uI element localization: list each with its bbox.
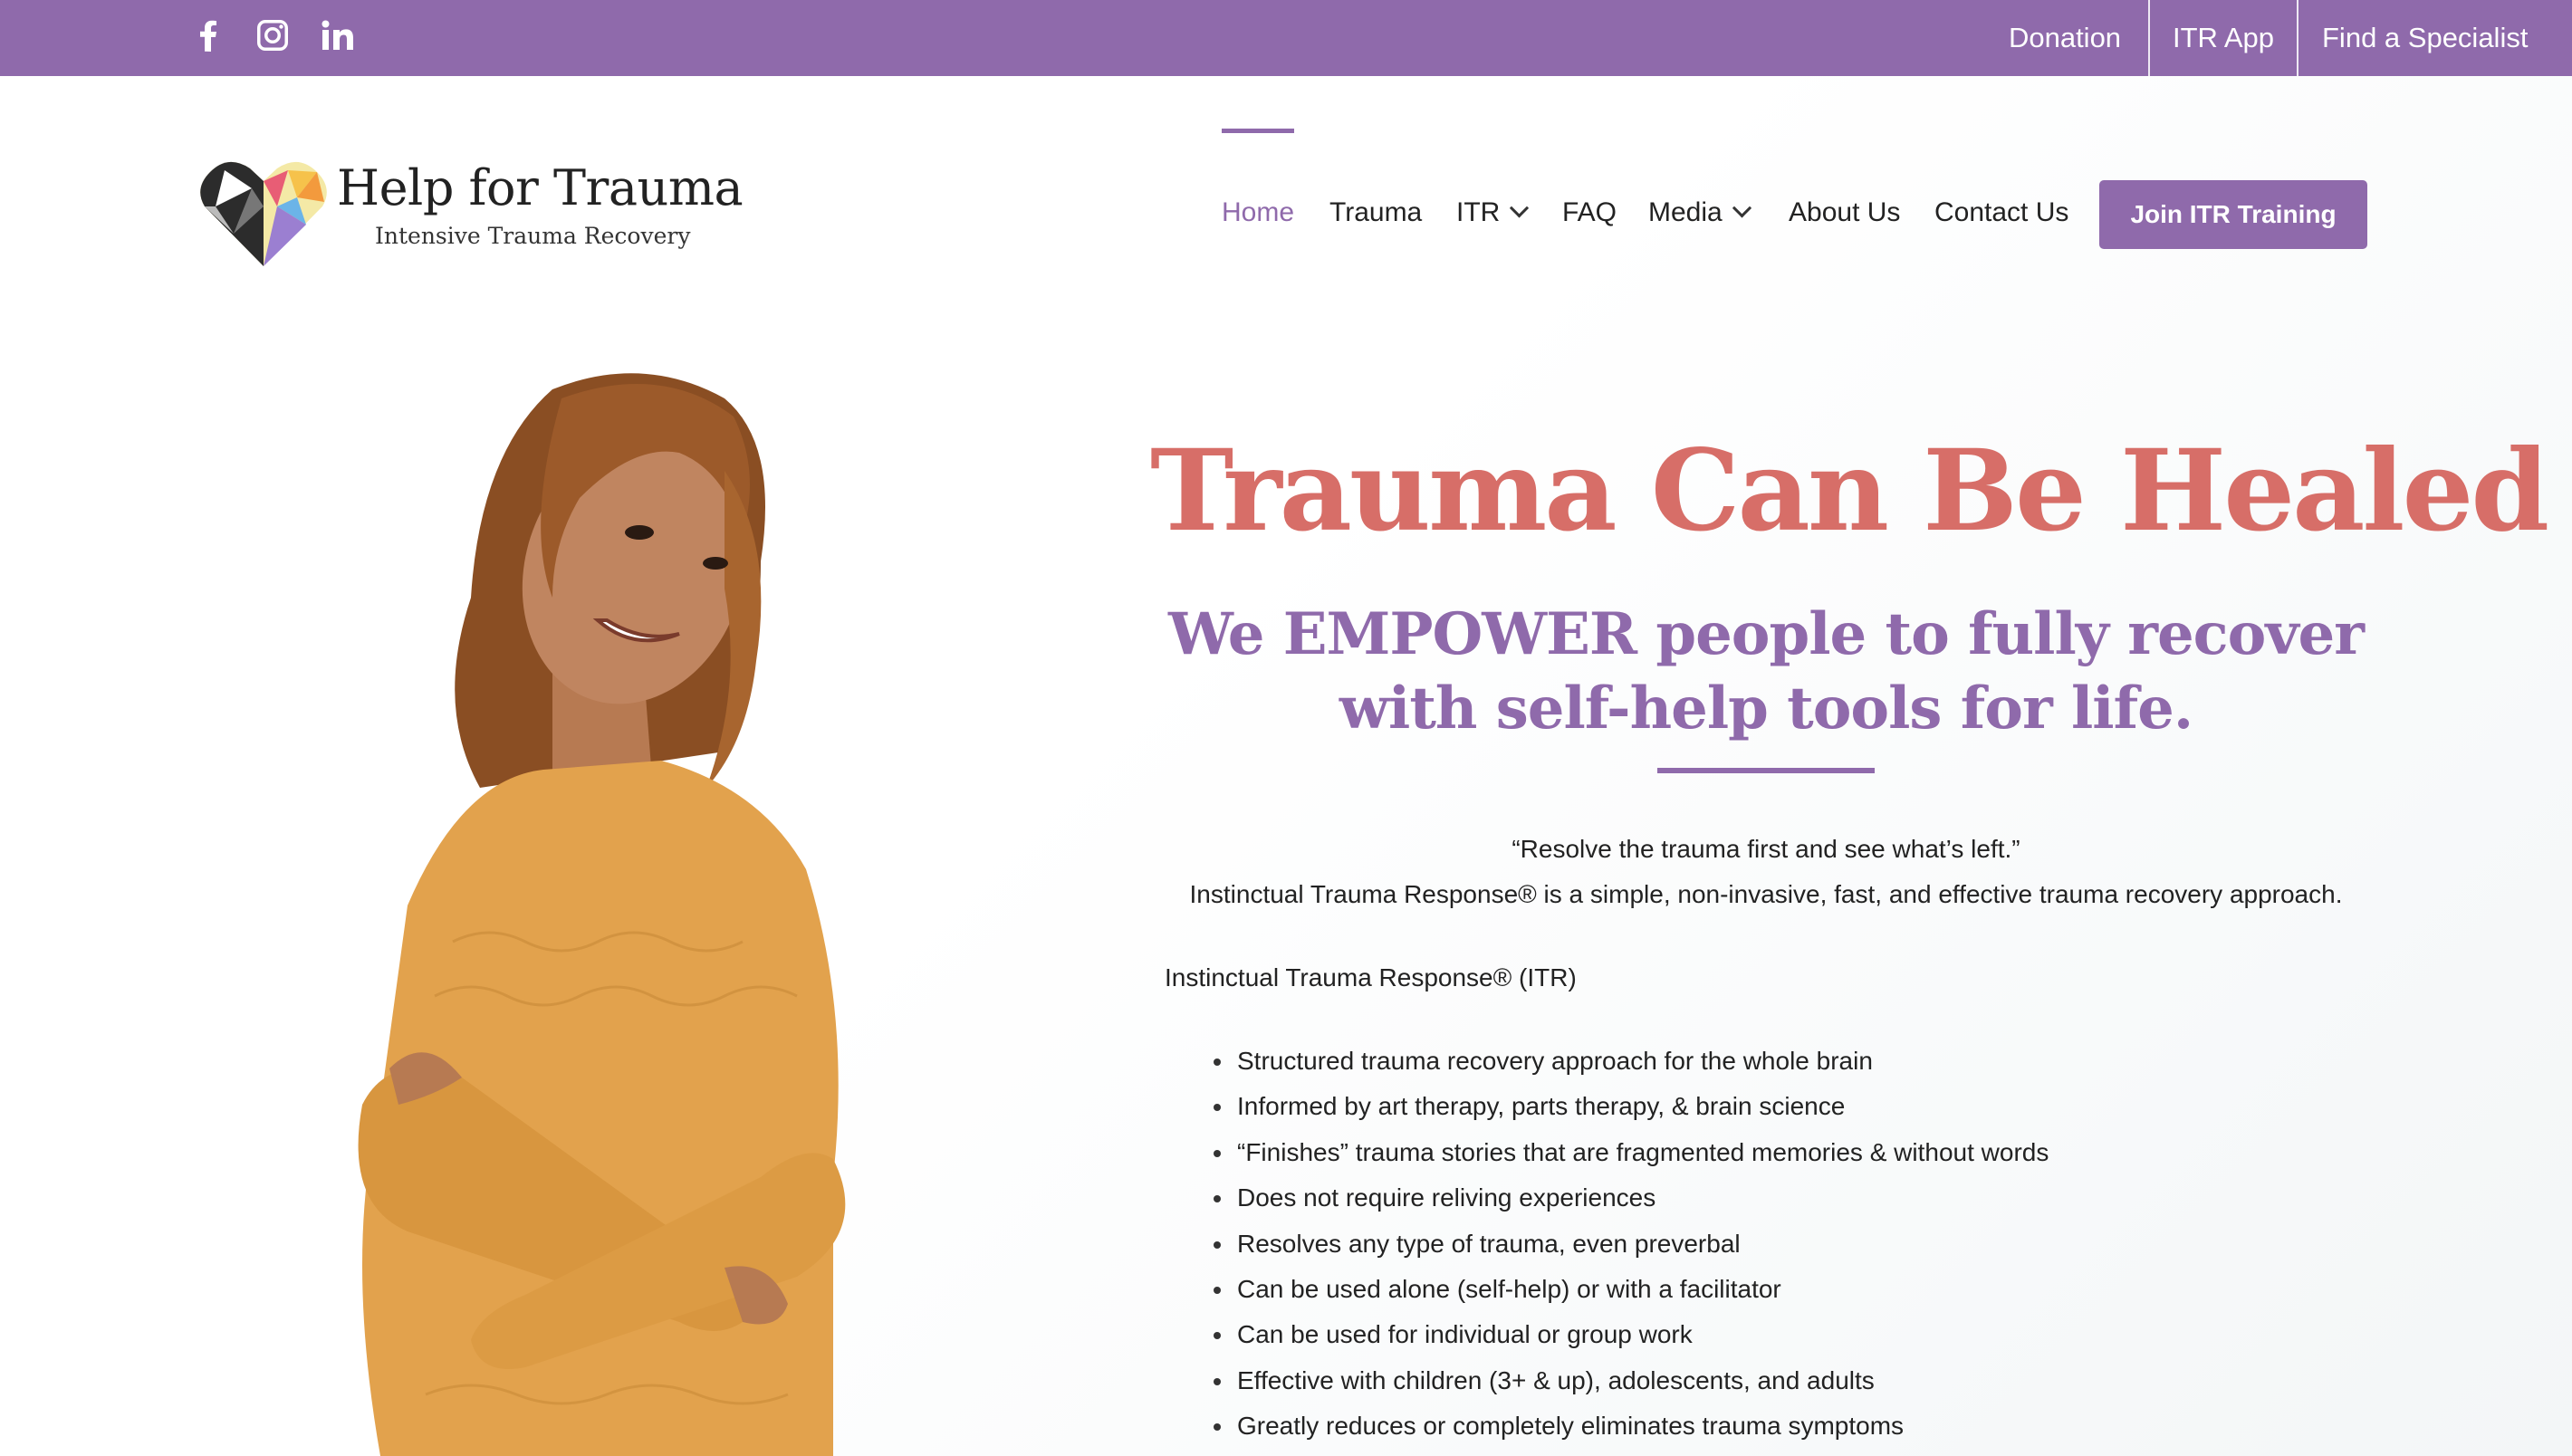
hero-quote: “Resolve the trauma first and see what’s… (1512, 835, 2020, 863)
instagram-icon[interactable] (254, 16, 292, 54)
list-item: Can be used alone (self-help) or with a … (1214, 1269, 2049, 1315)
chevron-down-icon (1732, 197, 1751, 217)
hero-woman-image (358, 373, 846, 1456)
heart-logo-icon (200, 161, 327, 266)
nav-media-label: Media (1648, 197, 1723, 227)
nav-itr[interactable]: ITR (1456, 197, 1530, 228)
linkedin-icon[interactable] (319, 16, 357, 54)
list-item: Effective with children (3+ & up), adole… (1214, 1361, 2049, 1406)
itr-feature-list: Structured trauma recovery approach for … (1214, 1041, 2049, 1452)
list-item: Can be used for individual or group work (1214, 1315, 2049, 1360)
list-item: “Finishes” trauma stories that are fragm… (1214, 1133, 2049, 1178)
list-item: Does not require reliving experiences (1214, 1178, 2049, 1223)
itr-app-link[interactable]: ITR App (2148, 0, 2297, 76)
list-item: Structured trauma recovery approach for … (1214, 1041, 2049, 1087)
donation-link[interactable]: Donation (1982, 0, 2148, 76)
nav-faq[interactable]: FAQ (1562, 197, 1617, 228)
active-nav-indicator (1222, 129, 1294, 133)
nav-trauma[interactable]: Trauma (1329, 197, 1422, 228)
nav-itr-label: ITR (1456, 197, 1501, 227)
top-bar: Donation ITR App Find a Specialist (0, 0, 2572, 76)
nav-contact-us[interactable]: Contact Us (1934, 197, 2068, 228)
nav-about-us[interactable]: About Us (1789, 197, 1900, 228)
list-item: Informed by art therapy, parts therapy, … (1214, 1087, 2049, 1132)
find-a-specialist-link[interactable]: Find a Specialist (2297, 0, 2572, 76)
top-links: Donation ITR App Find a Specialist (1982, 0, 2572, 76)
hero-subtitle: We EMPOWER people to fully recover with … (1168, 600, 2365, 742)
site-logo[interactable]: Help for Trauma Intensive Trauma Recover… (197, 152, 744, 270)
hero-title: Trauma Can Be Healed (1150, 426, 2549, 557)
nav-media[interactable]: Media (1648, 197, 1751, 228)
section-divider (1657, 768, 1875, 773)
join-itr-training-button[interactable]: Join ITR Training (2099, 180, 2367, 249)
chevron-down-icon (1510, 197, 1530, 217)
logo-subtitle: Intensive Trauma Recovery (375, 223, 691, 249)
hero-description: Instinctual Trauma Response® is a simple… (1189, 880, 2343, 908)
facebook-icon[interactable] (190, 16, 226, 54)
logo-title: Help for Trauma (337, 159, 744, 216)
list-item: Greatly reduces or completely eliminates… (1214, 1406, 2049, 1451)
itr-list-title: Instinctual Trauma Response® (ITR) (1165, 963, 1577, 991)
list-item: Resolves any type of trauma, even prever… (1214, 1224, 2049, 1269)
nav-home[interactable]: Home (1222, 197, 1294, 228)
